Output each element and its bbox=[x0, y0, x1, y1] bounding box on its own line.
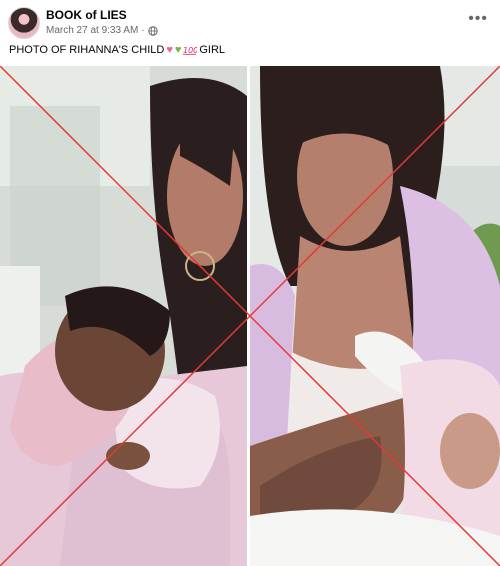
globe-icon bbox=[147, 25, 158, 36]
page-avatar[interactable] bbox=[8, 7, 40, 39]
post-timestamp[interactable]: March 27 at 9:33 AM bbox=[46, 25, 138, 36]
svg-text:100: 100 bbox=[183, 46, 197, 55]
post-header: BOOK of LIES March 27 at 9:33 AM · ••• P… bbox=[0, 0, 500, 66]
more-options-icon[interactable]: ••• bbox=[468, 10, 488, 28]
page-name[interactable]: BOOK of LIES bbox=[46, 8, 127, 22]
meta-separator: · bbox=[141, 25, 145, 36]
pink-heart-emoji: ♥ bbox=[166, 43, 173, 56]
post-meta: March 27 at 9:33 AM · bbox=[46, 25, 158, 36]
post-caption: PHOTO OF RIHANNA'S CHILD ♥ ♥ 100 GIRL bbox=[9, 44, 225, 56]
caption-text: PHOTO OF RIHANNA'S CHILD bbox=[9, 44, 165, 56]
woman-bottle-feeding-baby-photo[interactable] bbox=[250, 66, 500, 566]
caption-tail: GIRL bbox=[199, 44, 226, 56]
post-photos bbox=[0, 66, 500, 566]
hundred-emoji: 100 bbox=[183, 46, 197, 55]
woman-holding-newborn-photo[interactable] bbox=[0, 66, 247, 566]
green-heart-emoji: ♥ bbox=[174, 43, 182, 56]
